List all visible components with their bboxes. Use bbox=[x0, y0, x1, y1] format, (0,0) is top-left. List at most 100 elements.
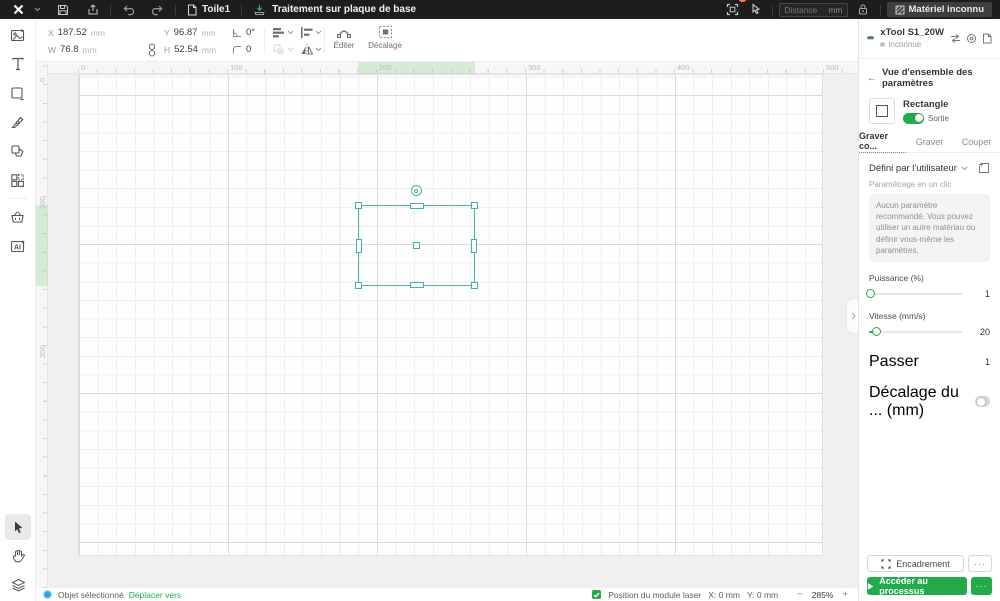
pass-value[interactable]: 1 bbox=[972, 357, 990, 367]
preset-dropdown[interactable]: Défini par l'utilisateur bbox=[869, 163, 957, 174]
chevron-down-icon[interactable] bbox=[29, 0, 46, 19]
move-to-link[interactable]: Déplacer vers bbox=[129, 590, 181, 600]
laser-position-checkbox[interactable] bbox=[592, 590, 602, 599]
distribute-dropdown[interactable] bbox=[272, 26, 294, 39]
align-dropdown[interactable] bbox=[300, 26, 322, 39]
chevron-down-icon[interactable] bbox=[961, 166, 968, 171]
w-value[interactable]: 76.8 bbox=[60, 44, 79, 55]
tab-graver[interactable]: Graver bbox=[906, 132, 953, 152]
power-value[interactable]: 1 bbox=[972, 289, 990, 299]
canvas-area[interactable]: 0 100 200 300 400 500 0 100 200 bbox=[36, 62, 858, 588]
export-icon[interactable] bbox=[82, 0, 104, 19]
save-icon[interactable] bbox=[52, 0, 74, 19]
zoom-in-button[interactable]: + bbox=[840, 589, 850, 600]
resize-handle-e[interactable] bbox=[471, 238, 477, 253]
kerf-toggle[interactable] bbox=[975, 396, 990, 408]
resize-handle-sw[interactable] bbox=[355, 282, 362, 289]
device-row[interactable]: xTool S1_20W Inconnue bbox=[859, 19, 1000, 58]
resize-handle-nw[interactable] bbox=[355, 202, 362, 209]
baseplate-process[interactable]: Traitement sur plaque de base bbox=[248, 0, 421, 19]
h-value[interactable]: 52.54 bbox=[174, 44, 198, 55]
frame-preview-icon[interactable] bbox=[721, 0, 747, 19]
tab-graver-contour[interactable]: Graver co... bbox=[859, 131, 906, 153]
horizontal-ruler: 0 100 200 300 400 500 bbox=[48, 62, 858, 74]
process-button-label: Accéder au processus bbox=[879, 576, 928, 596]
work-plate[interactable] bbox=[78, 74, 823, 556]
canvas-tab[interactable]: Toile1 bbox=[182, 0, 235, 19]
hand-tool[interactable] bbox=[5, 543, 31, 569]
select-tool[interactable] bbox=[5, 514, 31, 540]
ruler-selection-highlight-x bbox=[358, 62, 475, 74]
panel-collapse-handle[interactable] bbox=[846, 298, 858, 334]
flip-dropdown[interactable] bbox=[300, 43, 322, 56]
app-logo[interactable] bbox=[8, 0, 29, 19]
output-toggle[interactable] bbox=[903, 112, 924, 124]
back-arrow-icon[interactable]: ← bbox=[867, 73, 877, 84]
layers-tool[interactable] bbox=[5, 572, 31, 598]
vertical-ruler: 0 100 200 bbox=[36, 62, 48, 588]
switch-device-icon[interactable] bbox=[950, 33, 961, 44]
tab-couper[interactable]: Couper bbox=[953, 132, 1000, 152]
ruler-label: 400 bbox=[677, 63, 690, 72]
check-icon bbox=[593, 592, 600, 598]
save-preset-icon[interactable] bbox=[978, 162, 990, 174]
zoom-level[interactable]: 285% bbox=[812, 590, 834, 600]
ai-image-tool[interactable]: AI bbox=[5, 233, 31, 259]
lock-icon[interactable] bbox=[852, 0, 874, 19]
resize-handle-n[interactable] bbox=[409, 203, 424, 209]
corner-radius-value[interactable]: 0 bbox=[246, 44, 251, 55]
material-button[interactable]: Matériel inconnu bbox=[886, 2, 992, 17]
aspect-lock-icon[interactable] bbox=[148, 43, 156, 57]
kerf-label: Décalage du ... (mm) bbox=[869, 383, 959, 419]
pass-label: Passer bbox=[869, 352, 919, 370]
frame-button[interactable]: Encadrement bbox=[867, 555, 964, 572]
image-tool[interactable] bbox=[5, 22, 31, 48]
boolean-tool[interactable] bbox=[5, 138, 31, 164]
resize-handle-ne[interactable] bbox=[471, 202, 478, 209]
power-slider-knob[interactable] bbox=[865, 288, 875, 298]
elements-tool[interactable] bbox=[5, 167, 31, 193]
document-icon[interactable] bbox=[982, 33, 992, 44]
offset-tool[interactable]: Décalage bbox=[366, 25, 404, 50]
undo-icon[interactable] bbox=[117, 0, 140, 19]
resize-handle-se[interactable] bbox=[471, 282, 478, 289]
process-button[interactable]: Accéder au processus bbox=[867, 576, 967, 596]
projects-basket-tool[interactable] bbox=[5, 204, 31, 230]
arrange-dropdown[interactable] bbox=[272, 43, 294, 56]
laser-pointer-icon[interactable] bbox=[744, 0, 766, 19]
canvas-tab-label: Toile1 bbox=[202, 4, 231, 15]
selection-status-dot bbox=[44, 591, 51, 598]
y-value[interactable]: 96.87 bbox=[174, 27, 198, 38]
x-unit: mm bbox=[90, 27, 105, 38]
rotate-handle[interactable] bbox=[410, 185, 422, 196]
svg-text:AI: AI bbox=[14, 245, 21, 252]
speed-value[interactable]: 20 bbox=[972, 327, 990, 337]
power-slider[interactable] bbox=[865, 288, 962, 298]
divider bbox=[264, 27, 265, 54]
angle-value[interactable]: 0° bbox=[246, 27, 255, 38]
distribute-icon bbox=[273, 28, 284, 38]
settings-icon[interactable] bbox=[966, 33, 977, 44]
edit-tool[interactable]: Éditer bbox=[325, 25, 363, 50]
distance-input[interactable] bbox=[784, 4, 829, 15]
chevron-down-icon bbox=[315, 30, 322, 35]
frame-more-button[interactable]: ··· bbox=[968, 555, 992, 572]
redo-icon[interactable] bbox=[146, 0, 169, 19]
process-more-button[interactable]: ··· bbox=[971, 577, 992, 595]
shape-tool[interactable] bbox=[5, 80, 31, 106]
offset-icon bbox=[378, 26, 392, 38]
pen-tool[interactable] bbox=[5, 109, 31, 135]
speed-slider[interactable] bbox=[869, 326, 962, 336]
object-row[interactable]: Rectangle Sortie bbox=[859, 96, 1000, 132]
align-left-icon bbox=[301, 27, 313, 38]
ruler-label: 0 bbox=[81, 63, 86, 72]
zoom-out-button[interactable]: − bbox=[795, 589, 805, 600]
selected-rectangle[interactable] bbox=[355, 185, 478, 289]
x-value[interactable]: 187.52 bbox=[58, 27, 87, 38]
material-button-label: Matériel inconnu bbox=[908, 4, 984, 15]
resize-handle-w[interactable] bbox=[356, 238, 362, 253]
speed-slider-knob[interactable] bbox=[872, 326, 882, 336]
resize-handle-s[interactable] bbox=[409, 282, 424, 288]
text-tool[interactable] bbox=[5, 51, 31, 77]
overview-header[interactable]: ← Vue d'ensemble des paramètres bbox=[859, 59, 1000, 96]
